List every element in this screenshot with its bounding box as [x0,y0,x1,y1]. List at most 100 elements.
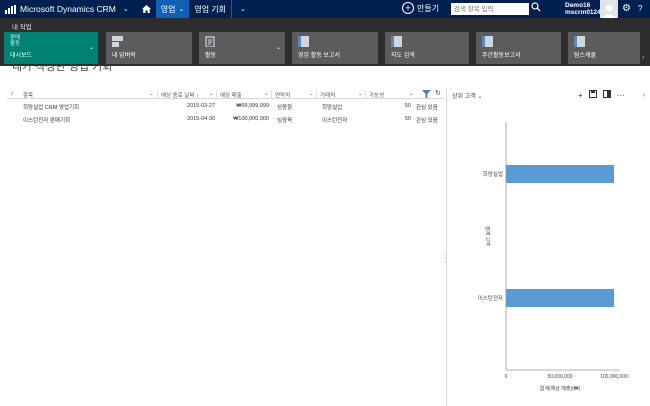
create-new-label: 만들기 [417,3,440,13]
create-new-button[interactable]: + 만들기 [402,2,439,14]
nav-tab-opportunity[interactable]: 영업 기회 [189,0,231,18]
chevron-right-icon[interactable]: › [642,54,644,61]
tile-activities[interactable]: 활동 ⌄ [199,32,285,64]
column-label: 연락처 [275,93,291,99]
chevron-down-icon[interactable]: ⌄ [89,44,94,51]
cell-topic[interactable]: 이스턴전자 판매기회 [23,116,70,124]
column-revenue[interactable]: 예상 매출 [220,91,242,99]
report-icon [391,36,402,47]
tile-label: 대시보드 [10,53,33,59]
cell-status: 관심 있음 [416,105,438,111]
chevron-right-icon[interactable]: › [643,93,645,99]
column-probability[interactable]: 가능성 [369,91,384,99]
report-icon [298,36,309,47]
column-label: 항목 [23,93,34,99]
nav-tab-label: 영업 기회 [194,4,227,14]
activity-icon [205,36,215,47]
column-divider [157,90,158,98]
home-icon[interactable] [138,0,156,18]
top-navigation-bar: Microsoft Dynamics CRM ⌄ 영업 ⌄ 영업 기회 ⌄ + 만… [0,0,650,18]
column-label: 예상 종료 날짜 [161,93,195,99]
chevron-down-icon[interactable]: ⌄ [149,91,154,97]
tile-label: 활동 [205,53,217,59]
chevron-down-icon: ⌄ [477,94,483,100]
plus-icon: + [402,2,414,14]
more-options-icon[interactable]: ··· [617,91,625,100]
expand-chart-icon[interactable] [602,90,611,100]
column-divider [316,90,317,98]
nav-tab-label: 영업 [160,4,176,14]
pane-splitter[interactable] [446,88,447,406]
x-tick-label: 100,000,000 [600,374,628,380]
chart-bar [506,165,614,183]
chart-selector-label: 상위 고객 [452,94,476,100]
wall-icon [112,36,123,47]
y-axis-title: 잠재 고객 [484,226,491,246]
search-icon[interactable] [531,2,541,14]
tile-team-schedule[interactable]: 팀스케줄 [568,32,640,64]
tile-my-wall[interactable]: 내 담벼락 [106,32,192,64]
report-icon [482,36,493,47]
cell-account[interactable]: 희망실업 [322,103,342,111]
category-label: 이스턴전자 [478,294,503,302]
nav-tab-dropdown[interactable]: ⌄ [232,0,251,18]
user-org: mscrm0124 [565,9,601,16]
nav-tab-sales[interactable]: 영업 ⌄ [155,0,190,18]
table-row[interactable]: 희망실업 CRM 영업기회 2015-03-27 ₩99,999,999 성종항… [7,101,443,111]
chevron-down-icon: ⌄ [122,6,129,13]
tile-weekly-report[interactable]: 주간활동보고서 [476,32,561,64]
chart-bar [506,289,614,307]
tile-label: 내 담벼락 [112,53,136,59]
tile-dashboard[interactable]: 판매 활동 대시보드 ⌄ [4,32,98,64]
cell-probability: 50 [404,103,411,109]
view-title[interactable]: 내가 작성한 영업 기회 [12,65,112,73]
column-topic[interactable]: 항목 [23,91,33,99]
chevron-down-icon[interactable]: ⌄ [358,91,363,97]
tile-label: 지도 검색 [391,53,415,59]
gear-icon[interactable]: ⚙ [622,3,631,15]
cell-account[interactable]: 이스턴전자 [322,116,347,124]
cell-close-date: 2015-04-30 [187,116,216,122]
column-label: 거래처 [320,93,336,99]
add-icon[interactable]: + [578,91,583,100]
chevron-down-icon[interactable]: ⌄ [276,44,281,51]
report-icon [574,36,585,47]
select-all-checkbox[interactable]: ✓ [10,91,15,97]
chart-selector[interactable]: 상위 고객 ⌄ [452,91,482,100]
cell-revenue: ₩100,000,000 [233,116,269,122]
cell-close-date: 2015-03-27 [187,103,216,109]
category-label: 희망실업 [483,170,503,178]
column-divider [216,90,217,98]
user-info[interactable]: Demo16 mscrm0124 [565,2,601,16]
save-chart-icon[interactable] [588,90,597,100]
brand-menu[interactable]: Microsoft Dynamics CRM ⌄ [0,0,134,18]
grid-header: ✓ 항목 ⌄ 예상 종료 날짜 ↑ ⌄ 예상 매출 ⌄ 연락처 ⌄ 거래처 ⌄ … [7,89,443,99]
help-icon[interactable]: ? [638,3,642,15]
tile-sales-activity-report[interactable]: 영업 활동 보고서 [292,32,378,64]
column-divider [365,90,366,98]
column-account[interactable]: 거래처 [320,91,335,99]
my-work-band: 내 작업 판매 활동 대시보드 ⌄ 내 담벼락 활동 ⌄ 영업 활동 보고서 지… [0,18,650,66]
splitter-handle-icon[interactable]: · · · [444,253,446,265]
column-close-date[interactable]: 예상 종료 날짜 ↑ [161,91,199,99]
chevron-down-icon[interactable]: ⌄ [264,91,269,97]
chevron-down-icon: ⌄ [178,6,185,13]
chevron-down-icon[interactable]: ⌄ [409,91,414,97]
brand-name: Microsoft Dynamics CRM [20,4,116,14]
tile-map-search[interactable]: 지도 검색 [385,32,469,64]
avatar[interactable] [600,0,618,18]
band-title: 내 작업 [12,24,32,31]
column-contact[interactable]: 연락처 [275,91,290,99]
chevron-down-icon[interactable]: ⌄ [209,91,214,97]
cell-contact[interactable]: 성종항 [277,103,292,111]
table-row[interactable]: 이스턴전자 판매기회 2015-04-30 ₩100,000,000 임광욱 이… [7,114,443,124]
chart-toolbar: + ··· [578,90,625,100]
cell-topic[interactable]: 희망실업 CRM 영업기회 [23,103,79,111]
cell-contact[interactable]: 임광욱 [277,116,292,124]
tile-label: 팀스케줄 [574,53,597,59]
chevron-down-icon[interactable]: ⌄ [309,91,314,97]
global-search-input[interactable] [451,3,529,15]
refresh-icon[interactable]: ↻ [435,89,441,97]
chevron-down-icon: ⌄ [240,6,246,13]
column-divider [271,90,272,98]
